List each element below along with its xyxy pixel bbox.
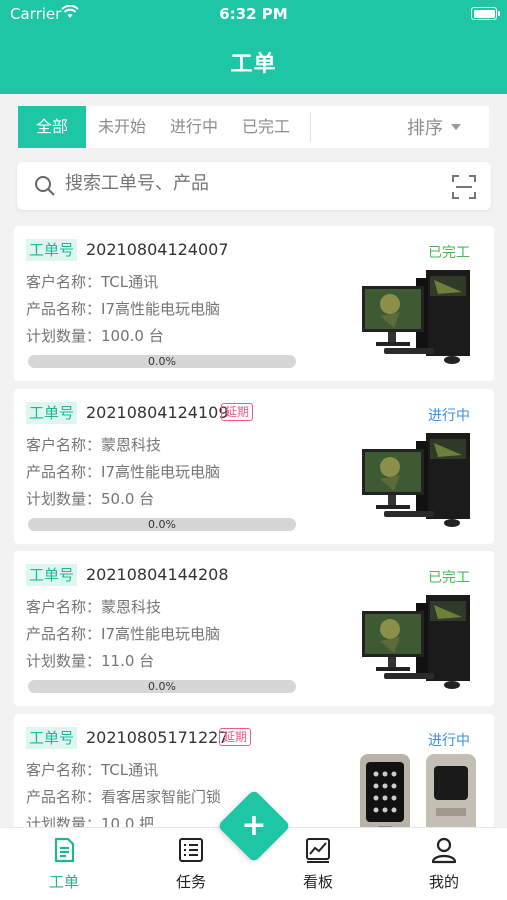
filter-tabs: 全部 未开始 进行中 已完工 排序 [18, 106, 489, 148]
product-label: 产品名称： [26, 300, 102, 318]
customer-value: TCL通讯 [101, 273, 159, 291]
tabbar-item-tasks[interactable]: 任务 [151, 836, 231, 892]
product-value: I7高性能电玩电脑 [101, 625, 220, 643]
product-value: I7高性能电玩电脑 [101, 300, 220, 318]
customer-row: 客户名称：蒙恩科技 [26, 435, 161, 455]
order-card[interactable]: 工单号 20210804124007 已完工 客户名称：TCL通讯 产品名称：I… [14, 226, 494, 381]
quantity-label: 计划数量： [26, 327, 102, 345]
customer-label: 客户名称： [26, 761, 102, 779]
tabbar-item-orders[interactable]: 工单 [24, 836, 104, 892]
order-tag: 工单号 [26, 239, 78, 261]
page-title: 工单 [230, 52, 277, 77]
search-input[interactable] [65, 173, 445, 194]
quantity-row: 计划数量：11.0 台 [26, 651, 154, 671]
order-number: 20210804144208 [86, 565, 229, 584]
order-tag: 工单号 [26, 564, 78, 586]
product-value: I7高性能电玩电脑 [101, 463, 220, 481]
customer-label: 客户名称： [26, 598, 102, 616]
chart-icon [304, 838, 332, 868]
order-tag: 工单号 [26, 727, 78, 749]
customer-value: 蒙恩科技 [101, 598, 162, 616]
delay-badge: 延期 [219, 728, 252, 746]
order-card[interactable]: 工单号 20210804124109 延期 进行中 客户名称：蒙恩科技 产品名称… [14, 389, 494, 544]
tabbar-label: 我的 [428, 873, 459, 891]
customer-value: 蒙恩科技 [101, 436, 162, 454]
status-label: 进行中 [428, 408, 470, 424]
document-icon [50, 837, 78, 868]
tabbar-item-me[interactable]: 我的 [404, 836, 484, 892]
tab-completed[interactable]: 已完工 [230, 106, 302, 148]
status-label: 已完工 [428, 245, 470, 261]
battery-icon [471, 7, 500, 20]
customer-row: 客户名称：蒙恩科技 [26, 597, 161, 617]
tabbar-label: 工单 [48, 873, 79, 891]
order-tag: 工单号 [26, 402, 78, 424]
sort-label: 排序 [407, 118, 443, 139]
quantity-value: 11.0 台 [101, 652, 155, 670]
gaming-pc-image [362, 595, 470, 689]
tab-divider [310, 112, 312, 142]
search-icon [33, 174, 57, 202]
list-icon [177, 838, 205, 868]
tab-all[interactable]: 全部 [18, 106, 86, 148]
header: Carrier 6:32 PM 工单 [0, 0, 507, 94]
sort-button[interactable]: 排序 [407, 114, 461, 140]
customer-label: 客户名称： [26, 436, 102, 454]
caret-down-icon [451, 124, 461, 130]
progress-bar: 0.0% [28, 518, 296, 531]
status-label: 进行中 [428, 733, 470, 749]
status-label: 已完工 [428, 570, 470, 586]
status-bar: Carrier 6:32 PM [0, 0, 507, 28]
progress-text: 0.0% [148, 355, 176, 368]
quantity-row: 计划数量：100.0 台 [26, 326, 164, 346]
product-label: 产品名称： [26, 625, 102, 643]
customer-label: 客户名称： [26, 273, 102, 291]
tabbar-label: 看板 [302, 873, 333, 891]
person-icon [430, 837, 458, 868]
delay-badge: 延期 [221, 403, 254, 421]
scan-icon[interactable] [451, 174, 477, 204]
quantity-label: 计划数量： [26, 490, 102, 508]
customer-row: 客户名称：TCL通讯 [26, 272, 158, 292]
quantity-value: 50.0 台 [101, 490, 155, 508]
tabbar-item-board[interactable]: 看板 [278, 836, 358, 892]
quantity-label: 计划数量： [26, 652, 102, 670]
order-number: 20210804124109 [86, 403, 229, 422]
progress-bar: 0.0% [28, 355, 296, 368]
clock: 6:32 PM [219, 5, 288, 23]
plus-icon: + [241, 808, 267, 843]
progress-text: 0.0% [148, 518, 176, 531]
tab-not-started[interactable]: 未开始 [86, 106, 158, 148]
gaming-pc-image [362, 270, 470, 364]
tabbar-label: 任务 [175, 873, 206, 891]
product-label: 产品名称： [26, 463, 102, 481]
customer-row: 客户名称：TCL通讯 [26, 760, 158, 780]
product-row: 产品名称：I7高性能电玩电脑 [26, 299, 220, 319]
progress-text: 0.0% [148, 680, 176, 693]
search-bar [17, 162, 491, 210]
tab-in-progress[interactable]: 进行中 [158, 106, 230, 148]
order-number: 20210804124007 [86, 240, 229, 259]
gaming-pc-image [362, 433, 470, 527]
order-card[interactable]: 工单号 20210804144208 已完工 客户名称：蒙恩科技 产品名称：I7… [14, 551, 494, 706]
product-label: 产品名称： [26, 788, 102, 806]
customer-value: TCL通讯 [101, 761, 159, 779]
product-row: 产品名称：I7高性能电玩电脑 [26, 462, 220, 482]
quantity-value: 100.0 台 [101, 327, 164, 345]
progress-bar: 0.0% [28, 680, 296, 693]
product-row: 产品名称：看客居家智能门锁 [26, 787, 221, 807]
quantity-row: 计划数量：50.0 台 [26, 489, 154, 509]
product-value: 看客居家智能门锁 [101, 788, 222, 806]
product-row: 产品名称：I7高性能电玩电脑 [26, 624, 220, 644]
order-number: 20210805171227 [86, 728, 229, 747]
